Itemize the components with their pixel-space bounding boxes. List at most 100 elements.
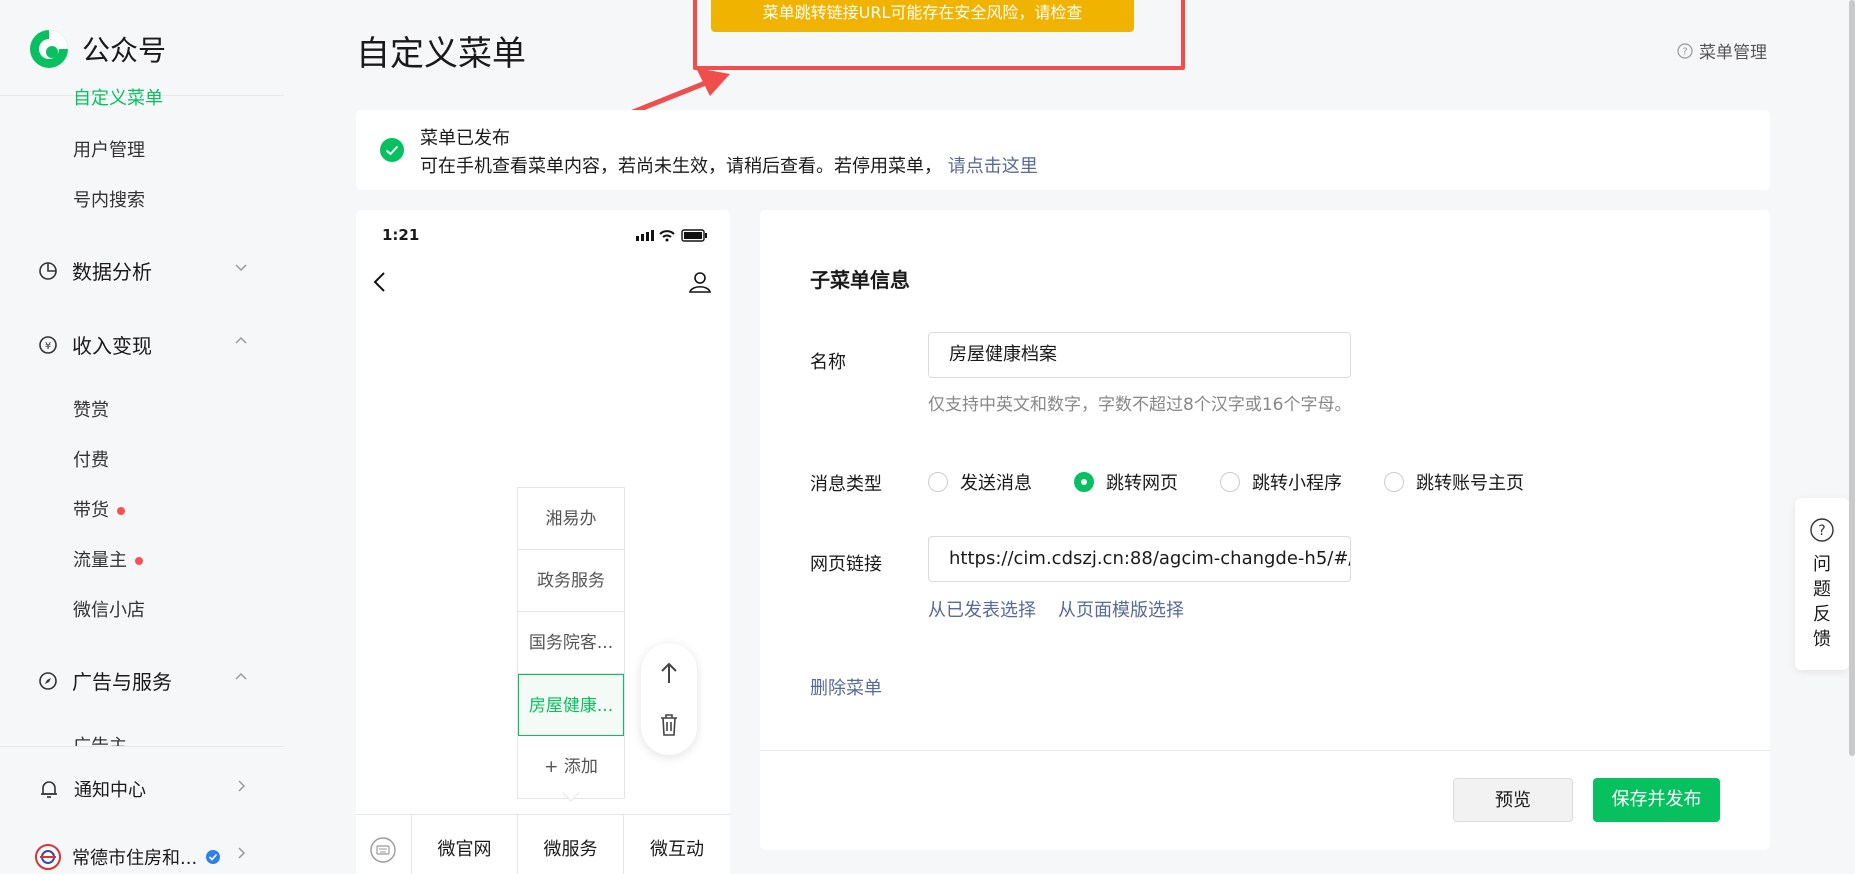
menu-tab[interactable]: 微互动 <box>623 815 730 874</box>
sidebar-item-paid[interactable]: 付费 <box>73 446 109 472</box>
sidebar-group-label: 广告与服务 <box>72 670 172 694</box>
annotation-highlight-box <box>693 0 1185 70</box>
back-arrow-icon[interactable] <box>370 270 390 294</box>
save-publish-button[interactable]: 保存并发布 <box>1593 778 1720 822</box>
compass-icon <box>39 671 57 690</box>
chevron-down-icon <box>235 264 247 272</box>
section-title: 子菜单信息 <box>810 268 910 292</box>
submenu-editor: 子菜单信息 名称 房屋健康档案 仅支持中英文和数字，字数不超过8个汉字或16个字… <box>760 210 1770 850</box>
page-scrollbar[interactable] <box>1849 0 1855 756</box>
select-from-template-link[interactable]: 从页面模版选择 <box>1058 596 1184 622</box>
radio-label: 跳转小程序 <box>1252 473 1342 494</box>
menu-tab[interactable]: 微官网 <box>411 815 517 874</box>
sidebar: 公众号 自定义菜单 用户管理 号内搜索 数据分析 ¥ 收入变现 赞赏 付费 带货… <box>0 0 284 874</box>
sidebar-group-label: 收入变现 <box>72 334 152 358</box>
sidebar-item-custom-menu[interactable]: 自定义菜单 <box>73 84 163 110</box>
notification-dot <box>135 557 143 565</box>
sidebar-item-shop[interactable]: 微信小店 <box>73 596 145 622</box>
submenu-list: 湘易办 政务服务 国务院客... 房屋健康... + 添加 <box>517 487 625 799</box>
divider <box>0 746 284 747</box>
svg-text:¥: ¥ <box>45 341 51 352</box>
name-label: 名称 <box>810 352 846 373</box>
chevron-right-icon <box>238 780 246 792</box>
sidebar-group-income[interactable]: ¥ 收入变现 <box>38 330 248 359</box>
sidebar-item-advertiser[interactable]: 广告主 <box>73 736 127 746</box>
radio-jump-webpage[interactable]: 跳转网页 <box>1074 469 1178 495</box>
phone-menu-bar: 微官网 微服务 微互动 <box>356 814 730 874</box>
phone-preview: 1:21 湘易办 政务服务 国务院客... 房屋健康... + 添加 微官网 微… <box>356 210 730 874</box>
menu-tab-active[interactable]: 微服务 <box>517 815 623 874</box>
url-input[interactable]: https://cim.cdszj.cn:88/agcim-changde-h5… <box>928 536 1351 582</box>
notice-text: 可在手机查看菜单内容，若尚未生效，请稍后查看。若停用菜单， <box>420 156 942 177</box>
sidebar-item-goods[interactable]: 带货 <box>73 496 125 522</box>
bell-icon <box>41 781 57 798</box>
sidebar-item-notifications[interactable]: 通知中心 <box>38 776 248 802</box>
sidebar-item-reward[interactable]: 赞赏 <box>73 396 109 422</box>
notice-title: 菜单已发布 <box>420 128 510 149</box>
account-name: 常德市住房和... <box>72 848 198 869</box>
sidebar-item-label: 通知中心 <box>74 780 146 801</box>
move-up-icon[interactable] <box>659 661 679 685</box>
disable-menu-link[interactable]: 请点击这里 <box>948 156 1038 177</box>
sidebar-group-ads[interactable]: 广告与服务 <box>38 666 248 695</box>
feedback-button[interactable]: ? 问题反馈 <box>1795 498 1849 670</box>
yen-circle-icon: ¥ <box>39 335 57 354</box>
chevron-up-icon <box>235 672 247 680</box>
help-circle-icon: ? <box>1677 42 1693 59</box>
keyboard-icon[interactable] <box>370 837 396 863</box>
submenu-tools <box>641 643 697 755</box>
submenu-item[interactable]: 湘易办 <box>518 488 624 550</box>
menu-manage-label: 菜单管理 <box>1699 43 1767 63</box>
sidebar-item-label: 流量主 <box>73 550 127 571</box>
question-circle-icon: ? <box>1810 518 1834 542</box>
verified-badge-icon <box>206 850 221 864</box>
name-input[interactable]: 房屋健康档案 <box>928 332 1351 378</box>
divider <box>760 750 1770 751</box>
message-type-group: 发送消息 跳转网页 跳转小程序 跳转账号主页 <box>928 469 1566 495</box>
sidebar-item-user-manage[interactable]: 用户管理 <box>73 136 145 162</box>
status-time: 1:21 <box>382 226 420 244</box>
type-label: 消息类型 <box>810 474 882 495</box>
submenu-item-selected[interactable]: 房屋健康... <box>518 674 624 736</box>
delete-menu-link[interactable]: 删除菜单 <box>810 674 882 700</box>
radio-dot-checked <box>1074 472 1094 492</box>
success-check-icon <box>380 138 404 162</box>
submenu-item[interactable]: 政务服务 <box>518 550 624 612</box>
pie-chart-icon <box>39 261 57 280</box>
trash-icon[interactable] <box>659 713 679 737</box>
logo[interactable]: 公众号 <box>28 28 166 70</box>
notification-dot <box>117 507 125 515</box>
radio-label: 发送消息 <box>960 473 1032 494</box>
radio-dot <box>928 472 948 492</box>
radio-dot <box>1384 472 1404 492</box>
sidebar-group-label: 数据分析 <box>72 260 152 284</box>
sidebar-item-label: 带货 <box>73 500 109 521</box>
radio-label: 跳转网页 <box>1106 473 1178 494</box>
wechat-mp-logo-icon <box>30 30 68 68</box>
chevron-up-icon <box>235 336 247 344</box>
feedback-label: 问题反馈 <box>1813 554 1831 650</box>
submenu-item[interactable]: 国务院客... <box>518 612 624 674</box>
notice-body: 可在手机查看菜单内容，若尚未生效，请稍后查看。若停用菜单， 请点击这里 <box>420 152 1038 178</box>
app-name: 公众号 <box>82 34 167 67</box>
url-label: 网页链接 <box>810 554 882 575</box>
account-switcher[interactable]: 常德市住房和... <box>35 843 248 871</box>
menu-manage-link[interactable]: ? 菜单管理 <box>1677 38 1767 63</box>
select-from-published-link[interactable]: 从已发表选择 <box>928 596 1036 622</box>
name-hint: 仅支持中英文和数字，字数不超过8个汉字或16个字母。 <box>928 395 1352 415</box>
radio-dot <box>1220 472 1240 492</box>
sidebar-item-search[interactable]: 号内搜索 <box>73 186 145 212</box>
chevron-right-icon <box>238 847 246 859</box>
sidebar-group-data-analysis[interactable]: 数据分析 <box>38 256 248 285</box>
status-bar-icons <box>636 229 707 242</box>
radio-send-message[interactable]: 发送消息 <box>928 469 1032 495</box>
profile-icon[interactable] <box>688 270 712 294</box>
page-title: 自定义菜单 <box>356 34 526 74</box>
preview-button[interactable]: 预览 <box>1453 778 1573 822</box>
sidebar-item-traffic[interactable]: 流量主 <box>73 546 143 572</box>
radio-label: 跳转账号主页 <box>1416 473 1524 494</box>
publish-notice: 菜单已发布 可在手机查看菜单内容，若尚未生效，请稍后查看。若停用菜单， 请点击这… <box>356 110 1770 190</box>
radio-jump-miniprogram[interactable]: 跳转小程序 <box>1220 469 1342 495</box>
sidebar-item-label: 广告主 <box>73 736 127 746</box>
radio-jump-account[interactable]: 跳转账号主页 <box>1384 469 1524 495</box>
